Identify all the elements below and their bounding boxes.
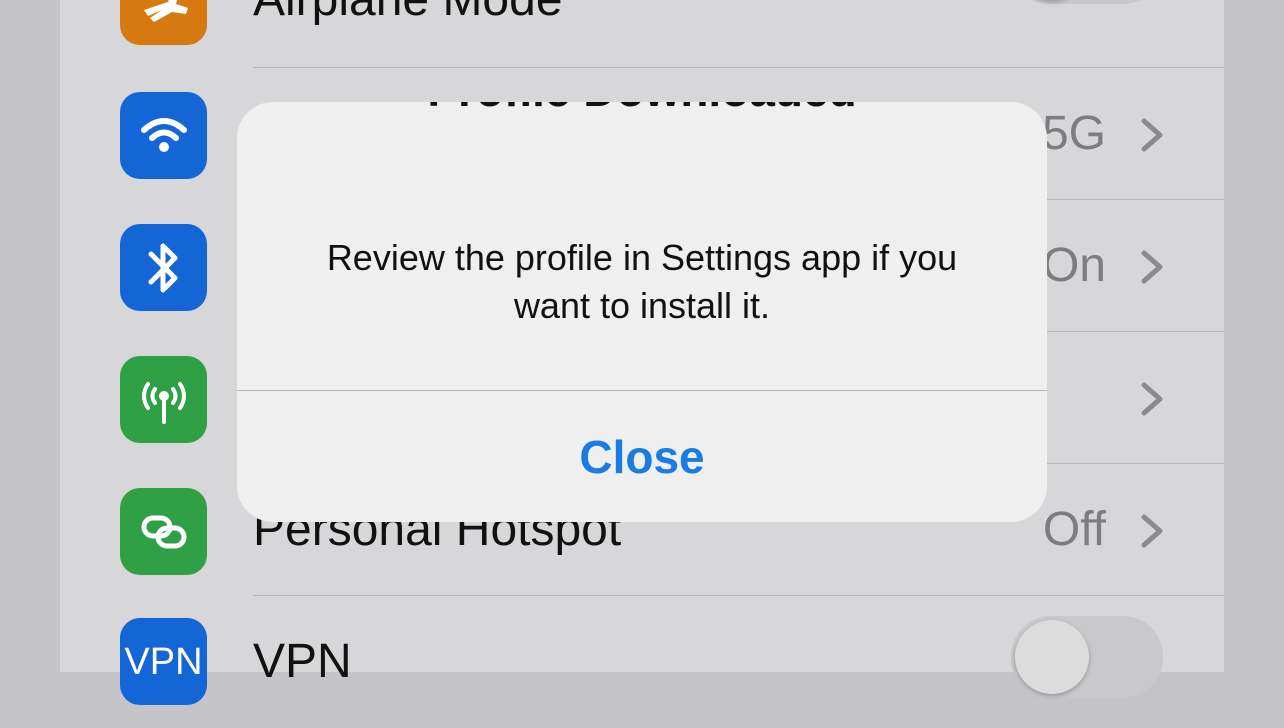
settings-row-airplane-mode[interactable]: Airplane Mode bbox=[60, 0, 1224, 66]
bluetooth-status-value: On bbox=[1041, 239, 1106, 292]
vpn-toggle[interactable] bbox=[1011, 616, 1163, 698]
chevron-right-icon bbox=[1141, 514, 1163, 548]
airplane-icon bbox=[120, 0, 207, 45]
wifi-icon bbox=[120, 92, 207, 179]
chevron-right-icon bbox=[1141, 382, 1163, 416]
bluetooth-icon bbox=[120, 224, 207, 311]
airplane-mode-label: Airplane Mode bbox=[253, 0, 563, 28]
hotspot-icon bbox=[120, 488, 207, 575]
vpn-icon: VPN bbox=[120, 618, 207, 705]
alert-message: Review the profile in Settings app if yo… bbox=[326, 237, 958, 326]
chevron-right-icon bbox=[1141, 118, 1163, 152]
vpn-label: VPN bbox=[253, 635, 352, 688]
vpn-icon-text: VPN bbox=[124, 641, 203, 683]
wifi-network-value: 5G bbox=[1041, 107, 1106, 160]
profile-downloaded-alert: Profile Downloaded Review the profile in… bbox=[237, 102, 1047, 522]
alert-title: Profile Downloaded bbox=[237, 102, 1047, 118]
settings-row-vpn[interactable]: VPN VPN bbox=[60, 596, 1224, 728]
cellular-icon bbox=[120, 356, 207, 443]
chevron-right-icon bbox=[1141, 250, 1163, 284]
personal-hotspot-value: Off bbox=[1042, 503, 1106, 556]
toggle-knob bbox=[1015, 620, 1089, 694]
close-button[interactable]: Close bbox=[237, 391, 1047, 522]
airplane-mode-toggle[interactable] bbox=[1011, 0, 1163, 4]
